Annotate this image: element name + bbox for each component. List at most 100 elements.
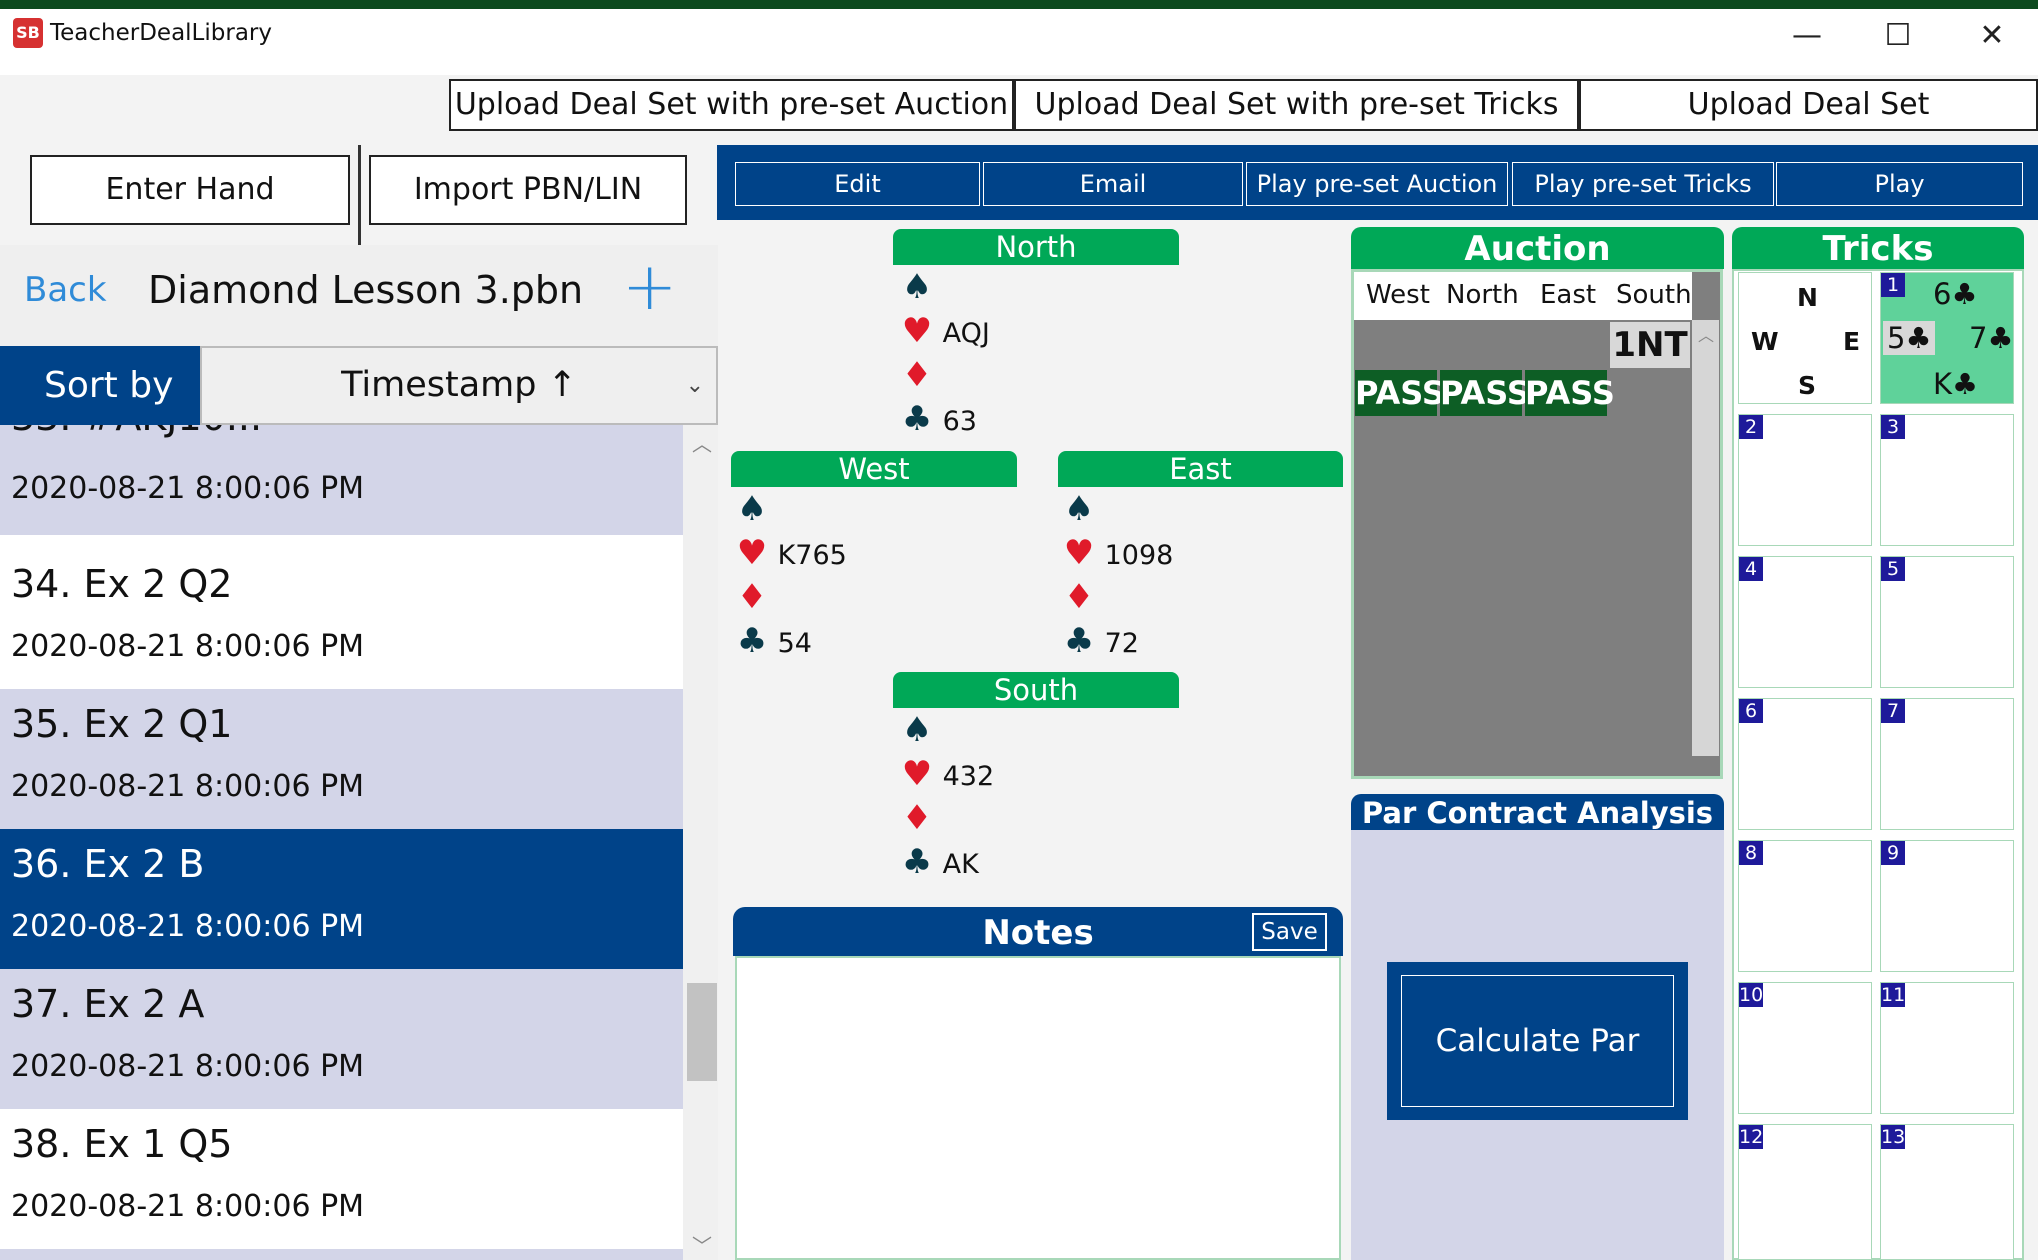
hearts-cards: AQJ	[942, 318, 990, 349]
tricks-header: Tricks	[1732, 227, 2024, 269]
upload-deal-set-button[interactable]: Upload Deal Set	[1579, 79, 2038, 131]
auction-col-west: West	[1366, 280, 1430, 310]
east-hand: ♠ ♥ 1098 ♦ ♣ 72	[1062, 487, 1302, 663]
trick-number: 5	[1881, 557, 1905, 581]
chevron-down-icon: ⌄	[685, 373, 704, 398]
list-item[interactable]: 33. #AKJ10... 2020-08-21 8:00:06 PM	[0, 425, 683, 535]
list-item[interactable]: 38. Ex 1 Q5 2020-08-21 8:00:06 PM	[0, 1109, 683, 1249]
spade-icon: ♠	[1063, 489, 1095, 529]
email-button[interactable]: Email	[983, 162, 1243, 206]
notes-textarea[interactable]	[735, 956, 1341, 1260]
hearts-row: ♥ 432	[900, 752, 1140, 796]
trick-cell-1[interactable]: 1 6♣ 5♣ 7♣ K♣	[1880, 272, 2014, 404]
back-link[interactable]: Back	[24, 270, 107, 310]
trick-number: 9	[1881, 841, 1905, 865]
list-item[interactable]: 37. Ex 2 A 2020-08-21 8:00:06 PM	[0, 969, 683, 1109]
edit-button[interactable]: Edit	[735, 162, 980, 206]
upload-tricks-button[interactable]: Upload Deal Set with pre-set Tricks	[1014, 79, 1579, 131]
list-item-date: 2020-08-21 8:00:06 PM	[11, 629, 365, 664]
trick-cell-9[interactable]: 9	[1880, 840, 2014, 972]
auction-columns: West North East South	[1354, 272, 1692, 320]
trick-cell-5[interactable]: 5	[1880, 556, 2014, 688]
scroll-up-icon[interactable]: ︿	[1698, 322, 1714, 346]
hearts-row: ♥ 1098	[1062, 531, 1302, 575]
minimize-button[interactable]: —	[1777, 14, 1837, 58]
calculate-par-label[interactable]: Calculate Par	[1401, 975, 1674, 1107]
play-button[interactable]: Play	[1776, 162, 2023, 206]
club-icon: ♣	[901, 842, 933, 882]
trick-number: 10	[1739, 983, 1764, 1007]
divider	[358, 145, 361, 245]
diamonds-row: ♦	[1062, 575, 1302, 619]
window-title: TeacherDealLibrary	[50, 20, 272, 46]
trick-cell-7[interactable]: 7	[1880, 698, 2014, 830]
clubs-row: ♣ AK	[900, 840, 1140, 884]
play-tricks-button[interactable]: Play pre-set Tricks	[1512, 162, 1774, 206]
diamonds-row: ♦	[900, 353, 1140, 397]
north-hand: ♠ ♥ AQJ ♦ ♣ 63	[900, 265, 1140, 441]
add-icon[interactable]: +	[622, 252, 677, 322]
west-hand: ♠ ♥ K765 ♦ ♣ 54	[735, 487, 975, 663]
trick-number: 7	[1881, 699, 1905, 723]
spades-row: ♠	[900, 265, 1140, 309]
list-item[interactable]: 35. Ex 2 Q1 2020-08-21 8:00:06 PM	[0, 689, 683, 829]
trick-number: 2	[1739, 415, 1763, 439]
spade-icon: ♠	[901, 710, 933, 750]
trick-cell-6[interactable]: 6	[1738, 698, 1872, 830]
close-button[interactable]: ✕	[1962, 14, 2022, 58]
upload-auction-button[interactable]: Upload Deal Set with pre-set Auction	[449, 79, 1014, 131]
trick-cell-2[interactable]: 2	[1738, 414, 1872, 546]
trick-number: 13	[1881, 1125, 1906, 1149]
bid-pass: PASS	[1525, 370, 1615, 416]
compass-south: S	[1798, 371, 1817, 400]
west-header: West	[731, 451, 1017, 487]
list-item-date: 2020-08-21 8:00:06 PM	[11, 769, 365, 804]
clubs-cards: 72	[1104, 628, 1139, 659]
clubs-row: ♣ 72	[1062, 619, 1302, 663]
maximize-button[interactable]: ☐	[1868, 14, 1928, 58]
enter-hand-button[interactable]: Enter Hand	[30, 155, 350, 225]
sort-select[interactable]: Timestamp ↑ ⌄	[200, 346, 718, 425]
south-hand: ♠ ♥ 432 ♦ ♣ AK	[900, 708, 1140, 884]
trick-number: 12	[1739, 1125, 1764, 1149]
trick-cell-4[interactable]: 4	[1738, 556, 1872, 688]
list-item-selected[interactable]: 36. Ex 2 B 2020-08-21 8:00:06 PM	[0, 829, 683, 969]
import-pbn-button[interactable]: Import PBN/LIN	[369, 155, 687, 225]
auction-scrollbar[interactable]	[1692, 320, 1719, 756]
par-header: Par Contract Analysis	[1351, 794, 1724, 830]
background-window-strip	[0, 0, 2038, 9]
notes-save-button[interactable]: Save	[1252, 913, 1327, 951]
trick-cell-10[interactable]: 10	[1738, 982, 1872, 1114]
list-item-date: 2020-08-21 8:00:06 PM	[11, 471, 365, 506]
title-bar	[0, 9, 2038, 75]
diamond-icon: ♦	[1063, 577, 1095, 617]
list-item[interactable]: 34. Ex 2 Q2 2020-08-21 8:00:06 PM	[0, 549, 683, 689]
list-scroll-thumb[interactable]	[687, 983, 717, 1081]
trick-number: 3	[1881, 415, 1905, 439]
trick-cell-13[interactable]: 13	[1880, 1124, 2014, 1260]
heart-icon: ♥	[736, 533, 768, 573]
spades-row: ♠	[900, 708, 1140, 752]
scroll-up-icon[interactable]: ︿	[692, 428, 712, 457]
compass-east: E	[1843, 327, 1861, 356]
trick-cell-8[interactable]: 8	[1738, 840, 1872, 972]
trick-cell-11[interactable]: 11	[1880, 982, 2014, 1114]
trick-card-west: 5♣	[1883, 321, 1936, 355]
list-item-title: 37. Ex 2 A	[11, 982, 205, 1026]
trick-cell-3[interactable]: 3	[1880, 414, 2014, 546]
clubs-row: ♣ 54	[735, 619, 975, 663]
play-auction-button[interactable]: Play pre-set Auction	[1246, 162, 1508, 206]
auction-col-north: North	[1446, 280, 1519, 310]
list-scrollbar[interactable]	[683, 425, 718, 1260]
list-item-title: 35. Ex 2 Q1	[11, 702, 233, 746]
diamonds-row: ♦	[900, 796, 1140, 840]
trick-card-north: 6♣	[1933, 277, 1978, 311]
bid-pass: PASS	[1355, 370, 1445, 416]
deck-title: Diamond Lesson 3.pbn	[148, 268, 584, 312]
sort-select-value: Timestamp ↑	[341, 365, 577, 405]
trick-cell-12[interactable]: 12	[1738, 1124, 1872, 1260]
scroll-down-icon[interactable]: ﹀	[692, 1230, 712, 1259]
compass-west: W	[1751, 327, 1779, 356]
hearts-cards: K765	[777, 540, 847, 571]
clubs-cards: 63	[942, 406, 977, 437]
